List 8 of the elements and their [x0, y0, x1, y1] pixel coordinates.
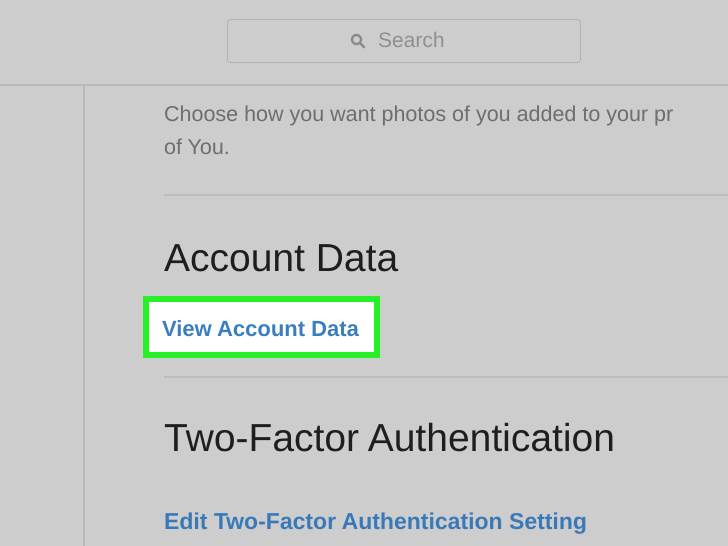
section-heading: Account Data — [164, 236, 398, 282]
section-heading: Two-Factor Authentication — [164, 416, 615, 462]
description-text: of You. — [164, 134, 230, 161]
view-account-data-link[interactable]: View Account Data — [162, 314, 359, 344]
description-text: Choose how you want photos of you added to your pr — [164, 101, 674, 128]
search-icon — [350, 33, 366, 49]
search-field[interactable]: Search — [227, 19, 581, 63]
edit-two-factor-link[interactable]: Edit Two-Factor Authentication Setting — [164, 506, 587, 536]
